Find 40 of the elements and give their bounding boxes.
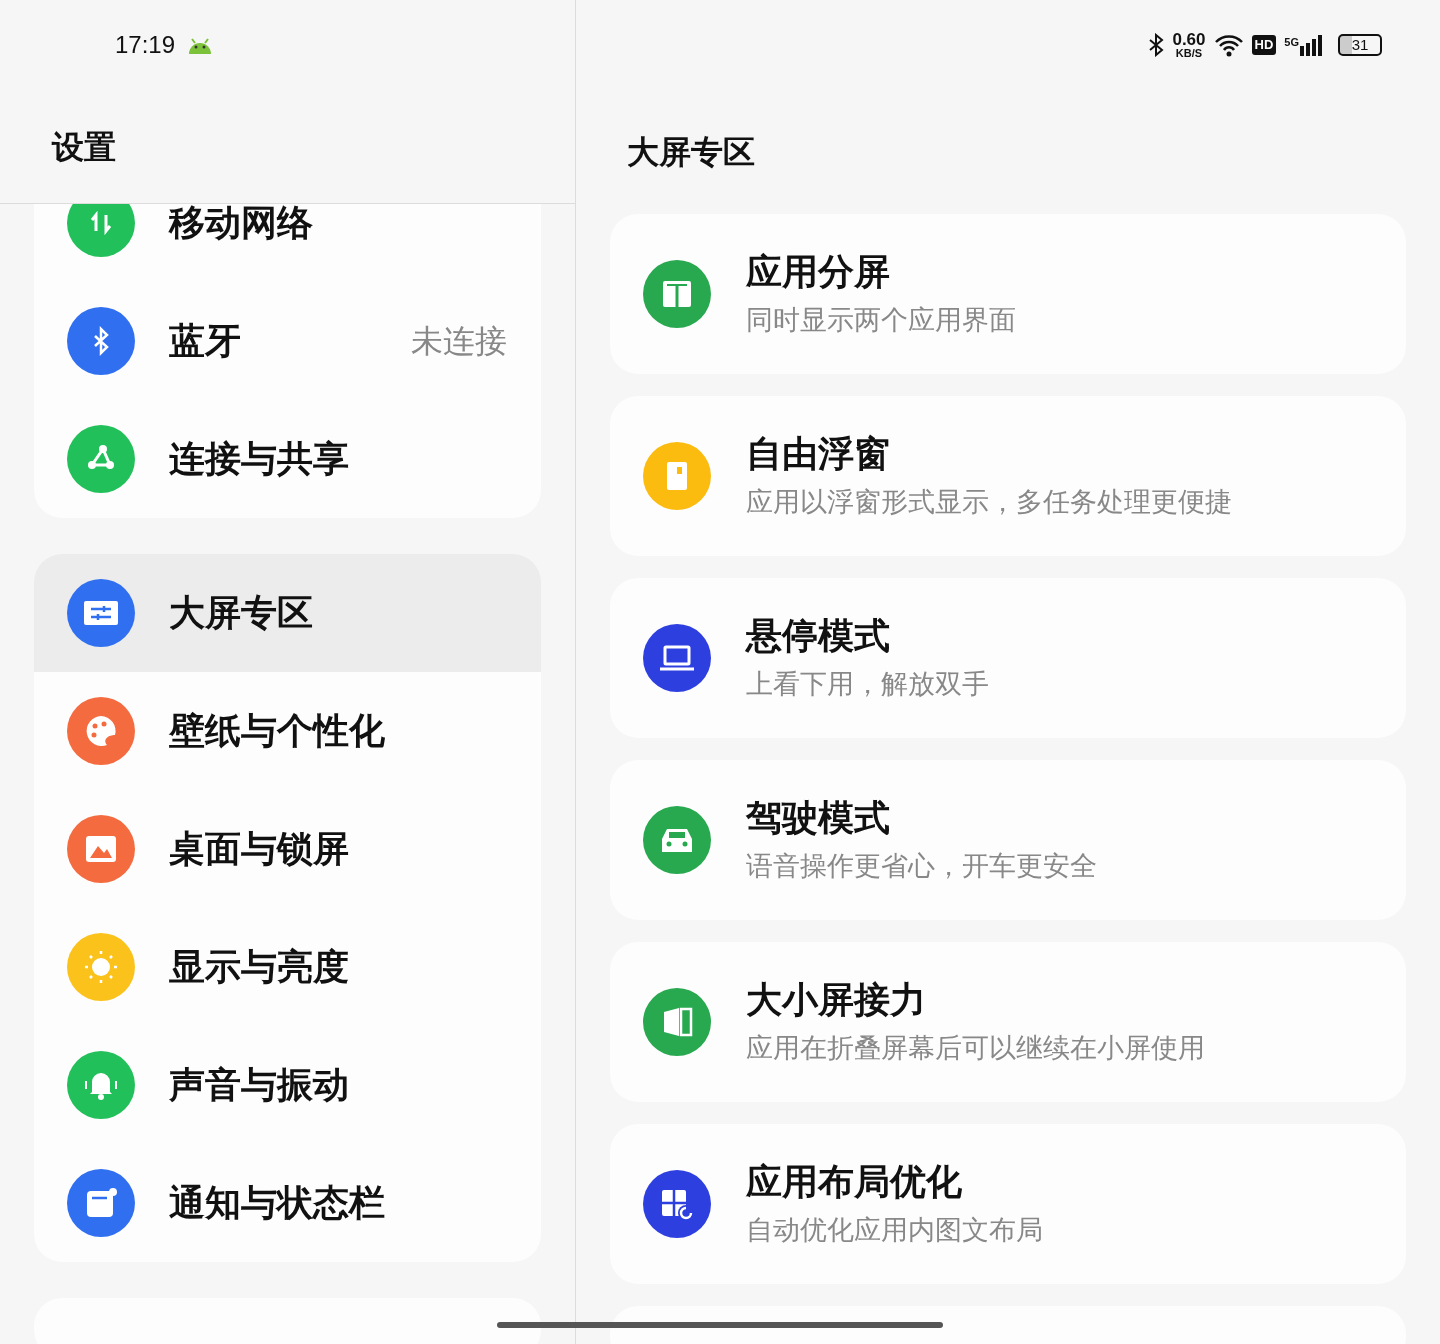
network-type: 5G: [1284, 35, 1299, 50]
feature-card[interactable]: 大小屏接力 应用在折叠屏幕后可以继续在小屏使用: [610, 942, 1406, 1102]
settings-item[interactable]: 桌面与锁屏: [34, 790, 541, 908]
net-unit: KB/S: [1175, 48, 1203, 59]
card-title: 大小屏接力: [746, 978, 927, 1022]
card-subtitle: 上看下用，解放双手: [746, 668, 989, 701]
feature-card[interactable]: 自由浮窗 应用以浮窗形式显示，多任务处理更便捷: [610, 396, 1406, 556]
card-title: 悬停模式: [746, 614, 891, 658]
settings-item[interactable]: 壁纸与个性化: [34, 672, 541, 790]
card-subtitle: 语音操作更省心，开车更安全: [746, 850, 1097, 883]
hd-badge: HD: [1251, 35, 1277, 55]
net-speed: 0.60: [1172, 31, 1206, 48]
card-subtitle: 同时显示两个应用界面: [746, 304, 1016, 337]
settings-item[interactable]: 大屏专区: [34, 554, 541, 672]
settings-item[interactable]: 显示与亮度: [34, 908, 541, 1026]
card-title: 应用布局优化: [746, 1160, 963, 1204]
card-title: 驾驶模式: [746, 796, 891, 840]
settings-item[interactable]: 声音与振动: [34, 1026, 541, 1144]
card-title: 应用分屏: [746, 250, 891, 294]
status-value: 未连接: [411, 322, 507, 361]
feature-card[interactable]: 应用布局优化 自动优化应用内图文布局: [610, 1124, 1406, 1284]
feature-card[interactable]: 应用分屏 同时显示两个应用界面: [610, 214, 1406, 374]
home-indicator[interactable]: [497, 1322, 943, 1328]
feature-card[interactable]: 悬停模式 上看下用，解放双手: [610, 578, 1406, 738]
settings-item[interactable]: 连接与共享: [34, 400, 541, 518]
settings-item[interactable]: 移动网络: [34, 204, 541, 282]
settings-item[interactable]: 通知与状态栏: [34, 1144, 541, 1262]
settings-item[interactable]: 蓝牙 未连接: [34, 282, 541, 400]
page-title: 大屏专区: [627, 134, 755, 170]
card-title: 自由浮窗: [746, 432, 891, 476]
signal-icon: [1300, 34, 1322, 56]
page-title: 设置: [52, 127, 116, 167]
battery-level: 31: [1351, 34, 1369, 55]
card-subtitle: 应用在折叠屏幕后可以继续在小屏使用: [746, 1032, 1205, 1065]
card-subtitle: 自动优化应用内图文布局: [746, 1214, 1043, 1247]
feature-card[interactable]: 驾驶模式 语音操作更省心，开车更安全: [610, 760, 1406, 920]
wifi-icon: [1213, 33, 1244, 57]
card-subtitle: 应用以浮窗形式显示，多任务处理更便捷: [746, 486, 1232, 519]
status-time: 17:19: [115, 30, 176, 60]
bluetooth-icon: [1148, 33, 1165, 57]
